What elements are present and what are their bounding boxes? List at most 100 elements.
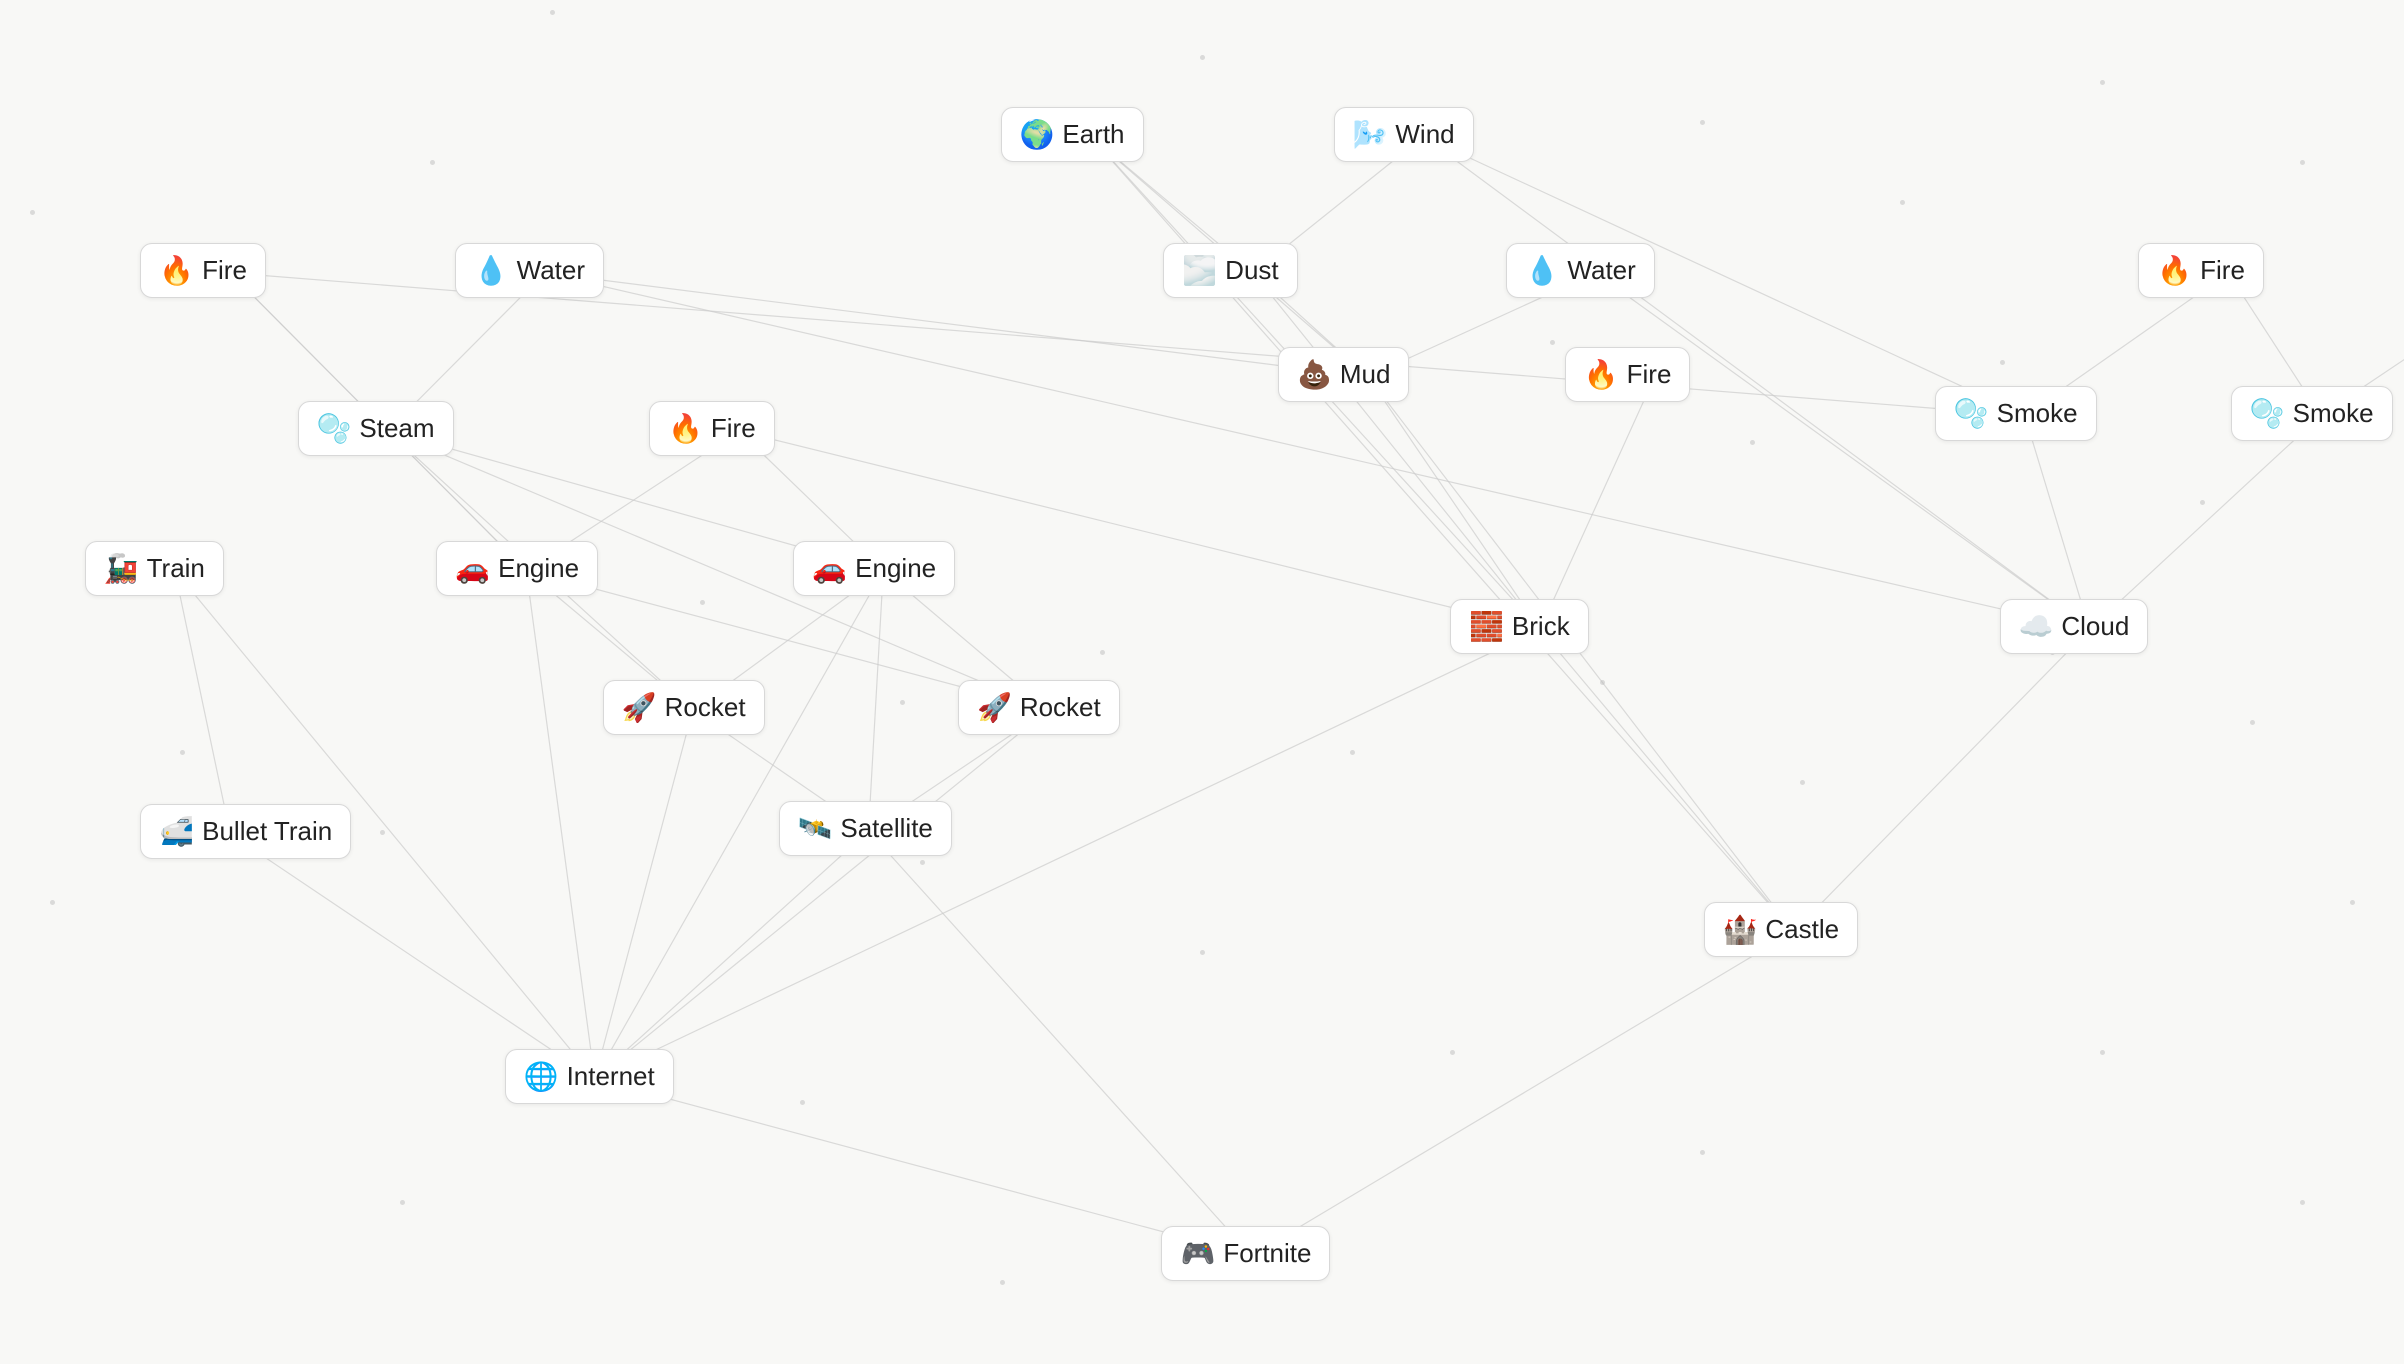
decoration-dot — [2200, 500, 2205, 505]
decoration-dot — [1800, 780, 1805, 785]
brick-icon: 🧱 — [1469, 610, 1504, 643]
decoration-dot — [1450, 1050, 1455, 1055]
decoration-dot — [1200, 55, 1205, 60]
fire1-icon: 🔥 — [159, 254, 194, 287]
mud-icon: 💩 — [1297, 358, 1332, 391]
craft-node-fortnite[interactable]: 🎮 Fortnite — [1161, 1226, 1330, 1281]
decoration-dot — [430, 160, 435, 165]
craft-node-fire1[interactable]: 🔥 Fire — [140, 243, 266, 298]
craft-node-satellite[interactable]: 🛰️Satellite — [779, 801, 952, 856]
decoration-dot — [1700, 1150, 1705, 1155]
decoration-dot — [1550, 340, 1555, 345]
decoration-dot — [2100, 80, 2105, 85]
fire3-label: Fire — [1627, 359, 1672, 390]
decoration-dot — [2350, 900, 2355, 905]
steam-icon: 🫧 — [317, 412, 352, 445]
decoration-dot — [50, 900, 55, 905]
decoration-dot — [400, 1200, 405, 1205]
craft-node-fire3[interactable]: 🔥 Fire — [1565, 347, 1691, 402]
mud-label: Mud — [1340, 359, 1391, 390]
craft-node-rocket2[interactable]: 🚀 Rocket — [958, 680, 1120, 735]
cloud-icon: ☁️ — [2019, 610, 2054, 643]
decoration-dot — [2300, 160, 2305, 165]
craft-node-engine2[interactable]: 🚗 Engine — [793, 541, 955, 596]
earth-icon: 🌍 — [1020, 118, 1055, 151]
dust-label: Dust — [1225, 255, 1278, 286]
decoration-dot — [550, 10, 555, 15]
smoke2-icon: 🫧 — [2250, 397, 2285, 430]
fortnite-label: Fortnite — [1223, 1238, 1311, 1269]
craft-node-water2[interactable]: 💧Water — [1506, 243, 1655, 298]
craft-node-water1[interactable]: 💧 Water — [455, 243, 604, 298]
decoration-dot — [1100, 650, 1105, 655]
internet-label: Internet — [567, 1061, 655, 1092]
dust-icon: 🌫️ — [1182, 254, 1217, 287]
satellite-icon: 🛰️ — [798, 812, 833, 845]
decoration-dot — [1600, 680, 1605, 685]
craft-node-wind1[interactable]: 🌬️Wind — [1334, 107, 1474, 162]
fire_r1-icon: 🔥 — [2157, 254, 2192, 287]
engine1-icon: 🚗 — [455, 552, 490, 585]
engine1-label: Engine — [498, 553, 579, 584]
wind1-icon: 🌬️ — [1353, 118, 1388, 151]
decoration-dot — [180, 750, 185, 755]
decoration-dot — [700, 600, 705, 605]
fire2-label: Fire — [711, 413, 756, 444]
water2-icon: 💧 — [1525, 254, 1560, 287]
water2-label: Water — [1567, 255, 1635, 286]
craft-node-earth[interactable]: 🌍Earth — [1001, 107, 1144, 162]
fire_r1-label: Fire — [2200, 255, 2245, 286]
castle-label: Castle — [1765, 914, 1839, 945]
craft-node-dust[interactable]: 🌫️ Dust — [1163, 243, 1297, 298]
bullet_train-label: Bullet Train — [202, 816, 332, 847]
water1-icon: 💧 — [474, 254, 509, 287]
craft-node-mud[interactable]: 💩 Mud — [1278, 347, 1409, 402]
decoration-dot — [30, 210, 35, 215]
fire2-icon: 🔥 — [668, 412, 703, 445]
decoration-dot — [900, 700, 905, 705]
earth-label: Earth — [1062, 119, 1124, 150]
craft-node-train[interactable]: 🚂Train — [85, 541, 224, 596]
fire1-label: Fire — [202, 255, 247, 286]
internet-icon: 🌐 — [524, 1060, 559, 1093]
decoration-dot — [2000, 360, 2005, 365]
decoration-dot — [2300, 1200, 2305, 1205]
decoration-dot — [1350, 750, 1355, 755]
engine2-icon: 🚗 — [812, 552, 847, 585]
craft-node-cloud[interactable]: ☁️Cloud — [2000, 599, 2149, 654]
fortnite-icon: 🎮 — [1180, 1237, 1215, 1270]
smoke1-icon: 🫧 — [1954, 397, 1989, 430]
craft-node-smoke2[interactable]: 🫧 Smoke — [2231, 386, 2393, 441]
train-icon: 🚂 — [104, 552, 139, 585]
decoration-dot — [2100, 1050, 2105, 1055]
craft-node-internet[interactable]: 🌐 Internet — [505, 1049, 674, 1104]
decoration-dot — [920, 860, 925, 865]
decoration-dot — [1900, 200, 1905, 205]
craft-node-fire_r1[interactable]: 🔥 Fire — [2138, 243, 2264, 298]
smoke2-label: Smoke — [2293, 398, 2374, 429]
craft-node-steam[interactable]: 🫧Steam — [298, 401, 454, 456]
bullet_train-icon: 🚅 — [159, 815, 194, 848]
fire3-icon: 🔥 — [1584, 358, 1619, 391]
steam-label: Steam — [359, 413, 434, 444]
decoration-dot — [2250, 720, 2255, 725]
rocket2-icon: 🚀 — [977, 691, 1012, 724]
craft-node-castle[interactable]: 🏰Castle — [1704, 902, 1859, 957]
decoration-dot — [1750, 440, 1755, 445]
craft-node-smoke1[interactable]: 🫧Smoke — [1935, 386, 2097, 441]
water1-label: Water — [517, 255, 585, 286]
decoration-dot — [1000, 1280, 1005, 1285]
craft-node-engine1[interactable]: 🚗 Engine — [436, 541, 598, 596]
cloud-label: Cloud — [2061, 611, 2129, 642]
craft-node-rocket1[interactable]: 🚀Rocket — [603, 680, 765, 735]
craft-node-brick[interactable]: 🧱 Brick — [1450, 599, 1589, 654]
brick-label: Brick — [1512, 611, 1570, 642]
craft-node-bullet_train[interactable]: 🚅 Bullet Train — [140, 804, 351, 859]
engine2-label: Engine — [855, 553, 936, 584]
rocket2-label: Rocket — [1020, 692, 1101, 723]
craft-node-fire2[interactable]: 🔥 Fire — [649, 401, 775, 456]
decoration-dot — [1700, 120, 1705, 125]
decoration-dot — [800, 1100, 805, 1105]
decoration-dot — [380, 830, 385, 835]
connections-layer — [0, 0, 2404, 1364]
